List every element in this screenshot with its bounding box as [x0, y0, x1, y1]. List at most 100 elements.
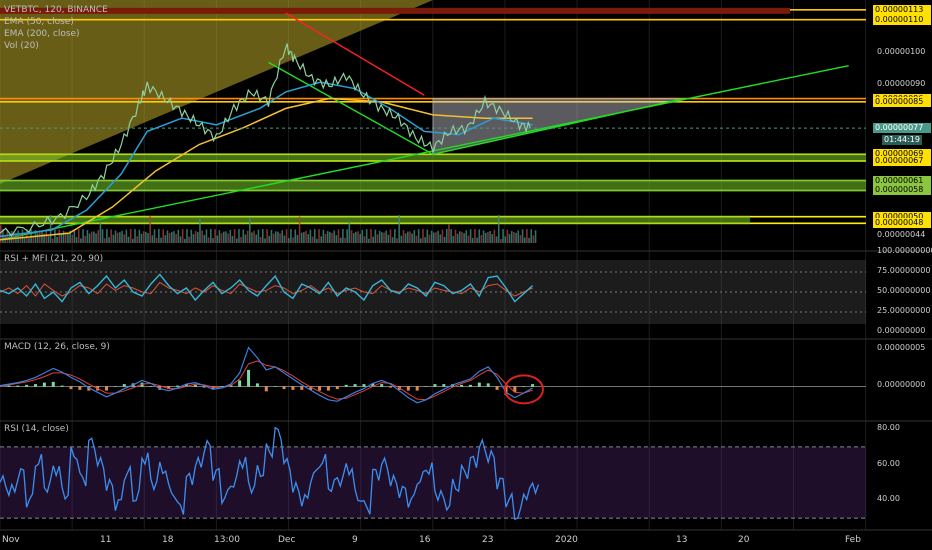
rsi-mfi-title[interactable]: RSI + MFI (21, 20, 90) [4, 254, 103, 264]
volume-bar [75, 237, 78, 243]
volume-bar [264, 238, 266, 243]
macd-hist-bar [318, 386, 322, 391]
macd-hist-bar [122, 384, 126, 387]
volume-bar [268, 235, 271, 243]
volume-bar [430, 230, 433, 243]
volume-bar [519, 235, 522, 243]
macd-hist-bar [78, 386, 82, 390]
macd-hist-bar [380, 384, 384, 387]
volume-bar [38, 231, 41, 243]
volume-bar [194, 230, 197, 243]
volume-bar [227, 233, 229, 243]
volume-bar [71, 234, 74, 243]
volume-bar [197, 232, 199, 243]
volume-bar [216, 235, 219, 243]
volume-bar [240, 236, 242, 243]
legend-ema50[interactable]: EMA (50, close) [4, 16, 108, 28]
volume-bar [532, 235, 535, 243]
top-band [0, 7, 790, 14]
volume-bar [125, 229, 128, 243]
legend-ema200[interactable]: EMA (200, close) [4, 28, 108, 40]
volume-bar [344, 237, 346, 243]
volume-bar [435, 232, 437, 243]
legend-vol[interactable]: Vol (20) [4, 40, 108, 52]
volume-bar [368, 238, 370, 243]
volume-bar [67, 232, 69, 243]
volume-bar [212, 238, 214, 243]
volume-bar [439, 234, 442, 243]
volume-bar [437, 230, 439, 243]
volume-bar [372, 236, 374, 243]
volume-bar [476, 237, 478, 243]
volume-bar [359, 233, 361, 243]
macd-hist-bar [25, 384, 29, 387]
volume-bar [283, 235, 286, 243]
macd-hist-bar [247, 369, 251, 387]
macd-hist-bar [176, 385, 180, 387]
volume-bar [493, 229, 496, 243]
volume-bar [244, 234, 247, 243]
volume-bar [147, 233, 149, 243]
volume-bar [497, 215, 500, 243]
volume-bar [253, 230, 255, 243]
volume-bar [88, 233, 91, 243]
volume-bar [298, 216, 301, 243]
x-axis-label: 18 [162, 535, 174, 545]
volume-bar [433, 232, 435, 243]
volume-bar [461, 231, 463, 243]
volume-bar [506, 229, 509, 243]
volume-bar [171, 231, 173, 243]
volume-bar [385, 230, 387, 243]
macd-title[interactable]: MACD (12, 26, close, 9) [4, 342, 110, 352]
rsi-mfi-axis-label: 25.00000000 [877, 306, 931, 315]
volume-bar [281, 230, 284, 243]
volume-bar [474, 229, 476, 243]
volume-bar [510, 231, 513, 243]
volume-bar [132, 238, 134, 243]
volume-bar [145, 231, 147, 243]
macd-hist-bar [326, 386, 330, 391]
volume-bar [305, 230, 307, 243]
macd-hist-bar [495, 386, 499, 390]
rsi-mfi-axis-label: 75.00000000 [877, 266, 931, 275]
volume-bar [222, 231, 225, 243]
volume-bar [210, 229, 212, 243]
chart-canvas[interactable] [0, 0, 932, 550]
rsi-title[interactable]: RSI (14, close) [4, 424, 69, 434]
volume-bar [357, 231, 359, 243]
volume-bar [411, 233, 413, 243]
volume-bar [116, 232, 119, 243]
volume-bar [350, 230, 353, 243]
volume-bar [41, 231, 43, 243]
volume-bar [93, 231, 95, 243]
volume-bar [316, 238, 318, 243]
rsi-mfi-axis-label: 100.00000000 [877, 246, 932, 255]
volume-bar [417, 229, 420, 243]
volume-bar [365, 229, 368, 243]
volume-bar [422, 229, 424, 243]
volume-bar [487, 232, 489, 243]
volume-bar [339, 237, 342, 243]
volume-bar [484, 232, 487, 243]
volume-bar [296, 234, 299, 243]
price-axis-label: 0.00000044 [877, 230, 926, 240]
volume-bar [469, 229, 472, 243]
volume-bar [90, 231, 93, 243]
volume-bar [184, 238, 186, 243]
volume-bar [326, 231, 329, 243]
volume-bar [303, 232, 305, 243]
volume-bar [482, 230, 485, 243]
volume-bar [467, 235, 470, 243]
volume-bar [235, 238, 238, 243]
volume-bar [246, 230, 249, 243]
macd-hist-bar [415, 386, 419, 391]
volume-bar [495, 236, 498, 243]
volume-bar [409, 231, 411, 243]
macd-hist-bar [105, 386, 109, 391]
volume-bar [108, 237, 110, 243]
volume-bar [333, 230, 336, 243]
volume-bar [394, 229, 396, 243]
volume-bar [173, 231, 175, 243]
macd-hist-bar [300, 386, 304, 390]
volume-bar [489, 231, 491, 243]
